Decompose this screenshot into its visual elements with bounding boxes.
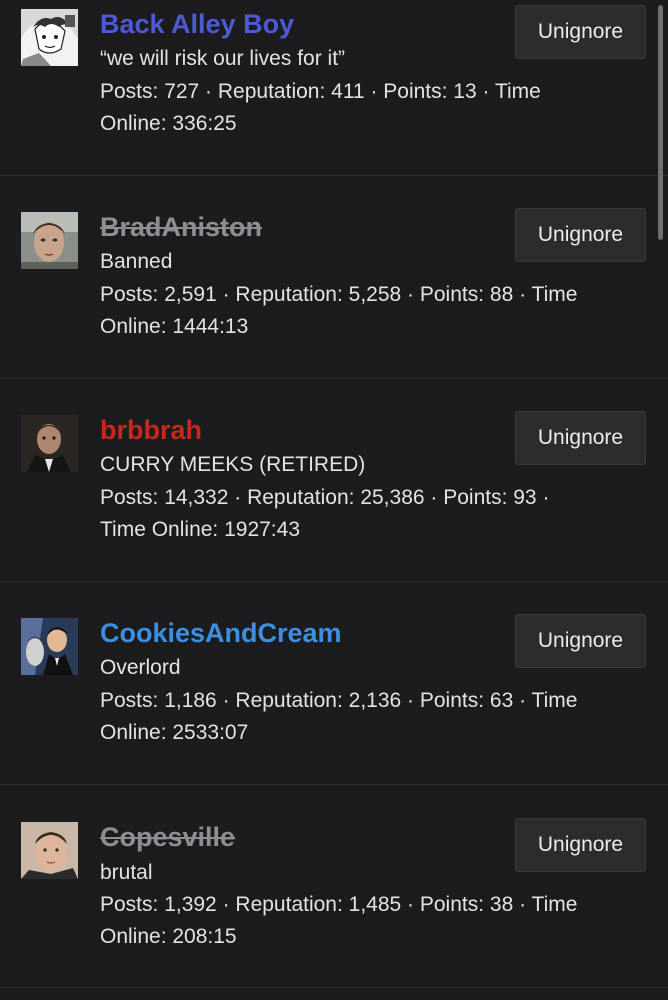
user-title: Banned xyxy=(100,250,173,273)
face-photo-avatar-icon[interactable] xyxy=(21,212,78,269)
user-title: CURRY MEEKS (RETIRED) xyxy=(100,453,366,476)
list-item: brbbrah CURRY MEEKS (RETIRED) Posts: 14,… xyxy=(0,379,668,582)
user-stats: Posts: 2,591 · Reputation: 5,258 · Point… xyxy=(100,279,640,343)
user-stats: Posts: 1,186 · Reputation: 2,136 · Point… xyxy=(100,685,640,749)
list-item: Copesville brutal Posts: 1,392 · Reputat… xyxy=(0,785,668,988)
stats-line: Posts: 1,186 · Reputation: 2,136 · Point… xyxy=(100,689,578,712)
list-item: BradAniston Banned Posts: 2,591 · Reputa… xyxy=(0,176,668,379)
user-title: “we will risk our lives for it” xyxy=(100,47,346,70)
unignore-button[interactable]: Unignore xyxy=(515,5,646,59)
stats-line: Online: 1444:13 xyxy=(100,315,249,338)
username[interactable]: CookiesAndCream xyxy=(100,618,342,648)
user-stats: Posts: 727 · Reputation: 411 · Points: 1… xyxy=(100,76,640,140)
user-stats: Posts: 1,392 · Reputation: 1,485 · Point… xyxy=(100,889,640,953)
stats-line: Time Online: 1927:43 xyxy=(100,518,301,541)
user-title: brutal xyxy=(100,861,153,884)
stats-line: Posts: 1,392 · Reputation: 1,485 · Point… xyxy=(100,893,578,916)
username[interactable]: Back Alley Boy xyxy=(100,9,294,39)
scrollbar[interactable] xyxy=(658,5,663,240)
stats-line: Online: 2533:07 xyxy=(100,721,249,744)
stats-line: Posts: 2,591 · Reputation: 5,258 · Point… xyxy=(100,283,578,306)
unignore-button[interactable]: Unignore xyxy=(515,818,646,872)
unignore-button[interactable]: Unignore xyxy=(515,614,646,668)
unignore-button[interactable]: Unignore xyxy=(515,208,646,262)
comic-avatar-icon[interactable] xyxy=(21,618,78,675)
username[interactable]: brbbrah xyxy=(100,415,202,445)
unignore-button[interactable]: Unignore xyxy=(515,411,646,465)
stats-line: Online: 336:25 xyxy=(100,112,237,135)
manga-avatar-icon[interactable] xyxy=(21,9,78,66)
user-title: Overlord xyxy=(100,656,181,679)
stats-line: Posts: 727 · Reputation: 411 · Points: 1… xyxy=(100,80,541,103)
suit-photo-avatar-icon[interactable] xyxy=(21,415,78,472)
list-item: Back Alley Boy “we will risk our lives f… xyxy=(0,0,668,176)
selfie-avatar-icon[interactable] xyxy=(21,822,78,879)
list-item: CookiesAndCream Overlord Posts: 1,186 · … xyxy=(0,582,668,785)
username[interactable]: BradAniston xyxy=(100,212,262,242)
user-stats: Posts: 14,332 · Reputation: 25,386 · Poi… xyxy=(100,482,640,546)
stats-line: Posts: 14,332 · Reputation: 25,386 · Poi… xyxy=(100,486,550,509)
username[interactable]: Copesville xyxy=(100,822,235,852)
stats-line: Online: 208:15 xyxy=(100,925,237,948)
